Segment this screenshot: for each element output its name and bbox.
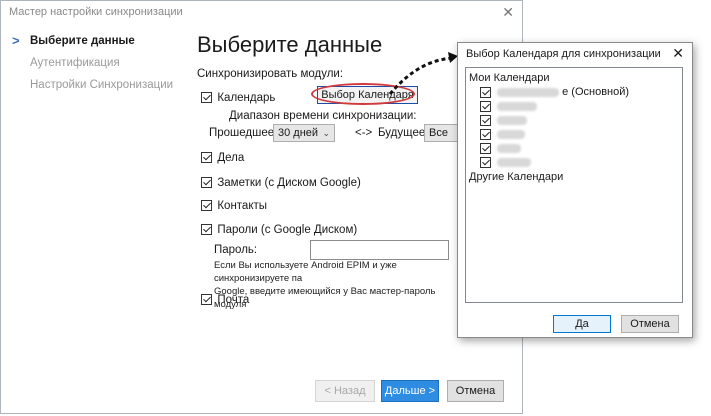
sidebar-item-authentication[interactable]: Аутентификация [0, 52, 180, 74]
future-select[interactable]: Все [424, 124, 458, 142]
close-icon[interactable]: ✕ [672, 45, 684, 62]
time-range-label: Диапазон времени синхронизации: [229, 110, 417, 122]
mail-label: Почта [217, 294, 250, 306]
my-calendars-label: Мои Календари [469, 72, 550, 84]
sidebar-item-choose-data[interactable]: > Выберите данные [0, 30, 180, 52]
list-item[interactable] [480, 156, 532, 168]
past-select-value: 30 дней [278, 127, 319, 139]
sync-modules-label: Синхронизировать модули: [197, 68, 344, 80]
back-button[interactable]: < Назад [315, 380, 375, 402]
passwords-checkbox-row[interactable]: Пароли (с Google Диском) [201, 222, 357, 236]
calendar-item-checkbox[interactable] [480, 142, 491, 154]
tasks-checkbox[interactable] [201, 152, 212, 164]
past-select[interactable]: 30 дней ⌄ [273, 124, 335, 142]
dashed-arrow [388, 52, 458, 95]
cancel-button[interactable]: Отмена [447, 380, 504, 402]
password-field-label: Пароль: [214, 244, 258, 256]
sidebar-item-label: Выберите данные [30, 35, 135, 47]
list-item[interactable] [480, 142, 522, 154]
notes-checkbox[interactable] [201, 177, 212, 189]
ok-button[interactable]: Да [553, 315, 611, 333]
dialog-cancel-button[interactable]: Отмена [621, 315, 679, 333]
calendar-dialog: Выбор Календаря для синхронизации ✕ Мои … [457, 42, 693, 338]
mail-checkbox[interactable] [201, 294, 212, 306]
passwords-label: Пароли (с Google Диском) [217, 224, 358, 236]
calendar-list: Мои Календари е (Основной) Другие Календ… [465, 67, 683, 303]
list-item[interactable] [480, 128, 526, 140]
redacted-name [497, 157, 532, 167]
notes-label: Заметки (с Диском Google) [217, 177, 361, 189]
chevron-down-icon: ⌄ [322, 128, 330, 138]
calendar-item-checkbox[interactable] [480, 86, 491, 98]
contacts-checkbox-row[interactable]: Контакты [201, 198, 267, 212]
list-item[interactable] [480, 100, 538, 112]
password-note: Если Вы используете Android EPIM и уже с… [214, 259, 464, 311]
sidebar: > Выберите данные Аутентификация Настрой… [0, 30, 180, 96]
chevron-right-icon: > [12, 33, 20, 48]
calendar-item-checkbox[interactable] [480, 128, 491, 140]
calendar-label: Календарь [217, 92, 276, 104]
range-arrow: <-> [355, 127, 373, 139]
redacted-name [497, 143, 522, 153]
password-input[interactable] [310, 240, 449, 260]
redacted-name [497, 129, 526, 139]
redacted-name [497, 115, 528, 125]
future-select-value: Все [429, 127, 448, 139]
sidebar-item-label: Аутентификация [30, 57, 120, 69]
contacts-checkbox[interactable] [201, 200, 212, 212]
calendar-checkbox-row[interactable]: Календарь [201, 90, 275, 104]
primary-suffix: е (Основной) [562, 86, 630, 98]
window-title: Мастер настройки синхронизации [9, 6, 183, 18]
redacted-name [497, 101, 538, 111]
list-item[interactable] [480, 114, 528, 126]
calendar-item-checkbox[interactable] [480, 114, 491, 126]
redacted-name [497, 87, 560, 97]
list-item[interactable]: е (Основной) [480, 86, 629, 98]
close-icon[interactable]: ✕ [502, 4, 514, 21]
passwords-checkbox[interactable] [201, 224, 212, 236]
mail-checkbox-row[interactable]: Почта [201, 292, 249, 306]
next-button[interactable]: Дальше > [381, 380, 439, 402]
calendar-dialog-title: Выбор Календаря для синхронизации [466, 48, 661, 60]
password-note-line2: Google, введите имеющийся у Вас мастер-п… [214, 286, 436, 310]
future-label: Будущее: [378, 127, 429, 139]
password-note-line1: Если Вы используете Android EPIM и уже с… [214, 260, 397, 284]
calendar-item-checkbox[interactable] [480, 156, 491, 168]
sidebar-item-label: Настройки Синхронизации [30, 79, 174, 91]
past-label: Прошедшее: [209, 127, 278, 139]
other-calendars-label: Другие Календари [469, 171, 564, 183]
contacts-label: Контакты [217, 200, 268, 212]
calendar-item-checkbox[interactable] [480, 100, 491, 112]
tasks-label: Дела [217, 152, 245, 164]
notes-checkbox-row[interactable]: Заметки (с Диском Google) [201, 175, 361, 189]
calendar-checkbox[interactable] [201, 92, 212, 104]
titlebar: Мастер настройки синхронизации [1, 1, 522, 23]
page-title: Выберите данные [197, 32, 383, 57]
tasks-checkbox-row[interactable]: Дела [201, 150, 244, 164]
sidebar-item-sync-settings[interactable]: Настройки Синхронизации [0, 74, 180, 96]
